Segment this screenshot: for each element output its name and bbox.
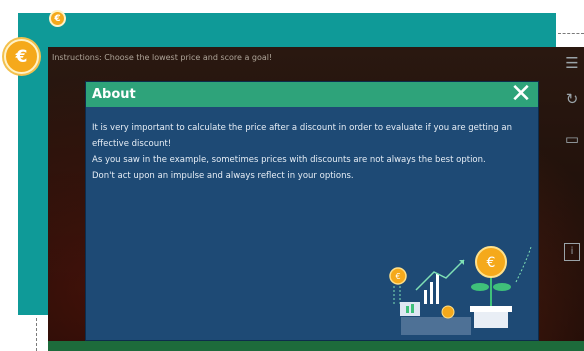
dialog-paragraph: It is very important to calculate the pr… <box>92 123 512 149</box>
dialog-header: About ✕ <box>86 81 538 107</box>
dialog-paragraph: Don't act upon an impulse and always ref… <box>92 171 354 181</box>
pitch-strip <box>48 341 584 351</box>
info-icon[interactable]: i <box>564 243 580 261</box>
chat-icon[interactable]: ▭ <box>564 131 580 147</box>
dialog-title: About <box>92 87 136 102</box>
svg-text:€: € <box>395 272 400 281</box>
svg-text:€: € <box>487 255 496 271</box>
refresh-icon[interactable]: ↻ <box>564 91 580 107</box>
euro-coin-icon: € <box>49 10 66 27</box>
menu-icon[interactable]: ☰ <box>564 55 580 71</box>
game-toolbar: ☰ ↻ ▭ i <box>558 47 584 351</box>
dialog-paragraph: As you saw in the example, sometimes pri… <box>92 155 486 165</box>
about-dialog: About ✕ It is very important to calculat… <box>86 81 538 340</box>
dialog-body: It is very important to calculate the pr… <box>92 120 532 184</box>
game-instructions: Instructions: Choose the lowest price an… <box>52 53 273 62</box>
dashed-guide-bottom <box>36 318 37 351</box>
close-button[interactable]: ✕ <box>509 81 533 107</box>
dashed-guide-top <box>558 33 584 34</box>
savings-growth-illustration: € € <box>389 246 532 335</box>
euro-coin-icon: € <box>4 39 39 74</box>
